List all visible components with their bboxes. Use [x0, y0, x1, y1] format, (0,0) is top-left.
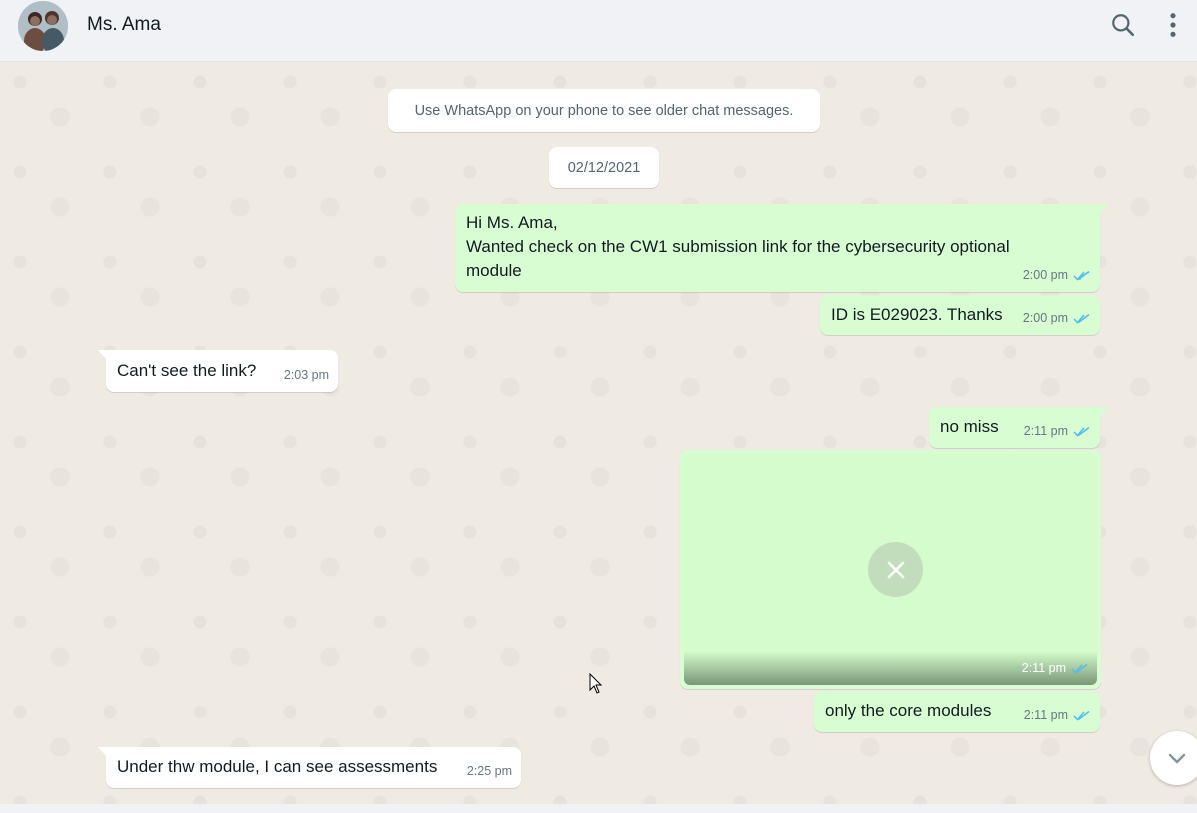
cancel-download-button[interactable]: [868, 542, 923, 597]
message-meta: 2:00 pm: [1023, 263, 1091, 287]
message-outgoing[interactable]: ID is E029023. Thanks 2:00 pm: [820, 295, 1100, 335]
double-check-icon: [1073, 313, 1090, 324]
image-placeholder[interactable]: [684, 454, 1097, 685]
message-line: Wanted check on the CW1 submission link …: [466, 237, 1010, 280]
message-outgoing[interactable]: no miss 2:11 pm: [929, 407, 1108, 448]
message-time: 2:00 pm: [1022, 311, 1068, 325]
message-text: Can't see the link?: [117, 361, 257, 380]
close-icon: [887, 561, 904, 578]
message-line: Hi Ms. Ama,: [466, 213, 558, 232]
message-time: 2:00 pm: [1022, 268, 1068, 282]
message-meta: 2:03 pm: [284, 363, 329, 387]
double-check-icon: [1073, 270, 1090, 281]
avatar[interactable]: [18, 1, 68, 51]
message-image[interactable]: 2:11 pm: [680, 450, 1101, 689]
bubble-tail: [1099, 407, 1108, 417]
double-check-icon: [1073, 710, 1090, 721]
bubble-tail: [1099, 204, 1108, 214]
message-meta: 2:11 pm: [1024, 703, 1091, 727]
message-time: 2:03 pm: [283, 368, 329, 382]
double-check-icon: [1073, 426, 1090, 437]
chat-header: Ms. Ama: [0, 0, 1197, 62]
message-text: Under thw module, I can see assessments: [117, 757, 438, 776]
kebab-menu-icon[interactable]: [1159, 10, 1187, 40]
message-meta: 2:11 pm: [1022, 656, 1089, 680]
message-incoming[interactable]: Under thw module, I can see assessments …: [98, 747, 521, 788]
message-time: 2:25 pm: [466, 764, 512, 778]
message-time: 2:11 pm: [1023, 424, 1068, 438]
message-outgoing[interactable]: only the core modules 2:11 pm: [814, 691, 1100, 732]
message-text: ID is E029023. Thanks: [831, 305, 1003, 324]
message-incoming[interactable]: Can't see the link? 2:03 pm: [98, 350, 338, 392]
bubble-tail: [98, 350, 107, 360]
search-icon[interactable]: [1109, 10, 1137, 40]
mouse-cursor-icon: [589, 673, 603, 694]
bubble-tail: [98, 747, 107, 757]
message-meta: 2:00 pm: [1023, 306, 1091, 330]
message-meta: 2:25 pm: [467, 759, 512, 783]
contact-name[interactable]: Ms. Ama: [87, 14, 161, 36]
double-check-icon: [1071, 663, 1088, 674]
message-text: no miss: [940, 417, 999, 436]
scroll-to-bottom-button[interactable]: [1150, 731, 1197, 785]
date-divider: 02/12/2021: [549, 147, 659, 188]
composer-edge: [0, 804, 1197, 813]
message-outgoing[interactable]: Hi Ms. Ama, Wanted check on the CW1 subm…: [455, 204, 1108, 292]
chevron-down-icon: [1168, 753, 1186, 764]
message-time: 2:11 pm: [1021, 661, 1066, 675]
message-time: 2:11 pm: [1023, 708, 1068, 722]
message-meta: 2:11 pm: [1024, 419, 1091, 443]
message-text: Hi Ms. Ama, Wanted check on the CW1 subm…: [466, 211, 1026, 283]
message-text: only the core modules: [825, 701, 992, 720]
older-messages-notice: Use WhatsApp on your phone to see older …: [388, 89, 820, 132]
